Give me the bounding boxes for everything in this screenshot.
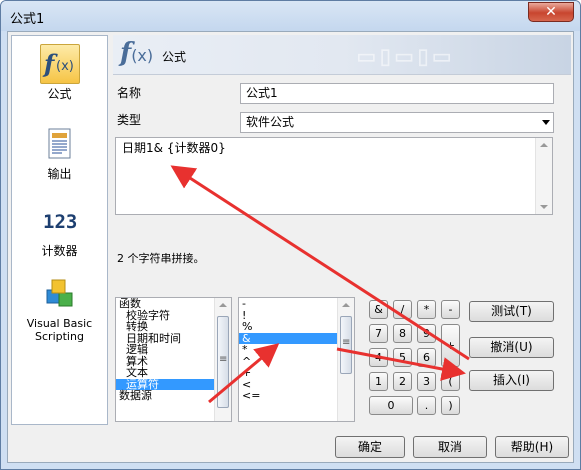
keypad-key[interactable]: 4: [369, 348, 388, 367]
keypad-key[interactable]: .: [417, 396, 436, 415]
keypad-key[interactable]: (: [441, 372, 460, 391]
scroll-thumb[interactable]: [217, 316, 229, 408]
header-fx-icon: f(x): [120, 38, 154, 68]
type-label: 类型: [117, 113, 142, 127]
undo-button[interactable]: 撤消(U): [469, 337, 554, 358]
formula-fx-icon: f (x): [39, 44, 80, 84]
test-button[interactable]: 测试(T): [469, 301, 554, 322]
window-title: 公式1: [10, 12, 45, 27]
keypad-key[interactable]: 2: [393, 372, 412, 391]
keypad-key[interactable]: +: [441, 324, 460, 367]
keypad-key[interactable]: 6: [417, 348, 436, 367]
sidebar: f (x) 公式 输出 123 计数器 Visual Basic Scripti…: [11, 35, 108, 425]
keypad-key[interactable]: 0: [369, 396, 413, 415]
svg-text:123: 123: [43, 211, 77, 233]
name-input[interactable]: 公式1: [240, 83, 554, 104]
sidebar-item-label: Visual Basic Scripting: [26, 317, 93, 343]
sidebar-item-vbscript[interactable]: Visual Basic Scripting: [12, 274, 107, 343]
chevron-down-icon: [542, 120, 550, 125]
operator-list[interactable]: -!% & * ^ + < <=: [238, 297, 355, 422]
keypad-key[interactable]: *: [417, 300, 436, 319]
status-text: 2 个字符串拼接。: [117, 252, 205, 265]
sidebar-item-counter[interactable]: 123 计数器: [12, 201, 107, 258]
counter-123-icon: 123: [40, 201, 80, 241]
keypad-key[interactable]: 5: [393, 348, 412, 367]
help-button[interactable]: 帮助(H): [495, 436, 569, 458]
cancel-button[interactable]: 取消: [413, 436, 487, 458]
output-document-icon: [40, 124, 80, 164]
section-header: f(x) 公式 ▭▯▭▯▭: [113, 35, 571, 75]
keypad-key[interactable]: &: [369, 300, 388, 319]
section-title: 公式: [162, 50, 187, 64]
scroll-thumb[interactable]: [340, 316, 352, 374]
dialog-body: f (x) 公式 输出 123 计数器 Visual Basic Scripti…: [7, 31, 574, 463]
keypad-key[interactable]: 7: [369, 324, 388, 343]
sidebar-item-label: 计数器: [41, 244, 78, 258]
expression-scrollbar[interactable]: [535, 138, 552, 214]
keypad-key[interactable]: -: [441, 300, 460, 319]
scroll-up-icon: [342, 303, 350, 307]
operator-list-scrollbar[interactable]: [337, 298, 354, 421]
svg-text:(x): (x): [56, 59, 74, 74]
keypad-key[interactable]: /: [393, 300, 412, 319]
function-list-scrollbar[interactable]: [214, 298, 231, 421]
keypad-key[interactable]: 8: [393, 324, 412, 343]
scroll-down-icon: [540, 205, 548, 209]
keypad-key[interactable]: 3: [417, 372, 436, 391]
expression-editor[interactable]: 日期1& {计数器0}: [115, 137, 553, 215]
insert-button[interactable]: 插入(I): [469, 370, 554, 391]
sidebar-item-label: 输出: [47, 167, 72, 181]
header-decoration: ▭▯▭▯▭: [358, 39, 453, 72]
function-category-list[interactable]: 函数 校验字符 转换 日期和时间 逻辑 算术 文本 运算符 数据源: [115, 297, 232, 422]
keypad-key[interactable]: 9: [417, 324, 436, 343]
type-select[interactable]: 软件公式: [240, 112, 554, 133]
title-bar[interactable]: 公式1 ✕: [1, 1, 580, 31]
sidebar-item-label: 公式: [47, 87, 72, 101]
expression-text: 日期1& {计数器0}: [122, 141, 226, 155]
keypad-key[interactable]: 1: [369, 372, 388, 391]
scroll-up-icon: [219, 303, 227, 307]
type-select-value: 软件公式: [246, 115, 295, 129]
close-button[interactable]: ✕: [528, 2, 574, 22]
ok-button[interactable]: 确定: [335, 436, 405, 458]
keypad-key[interactable]: ): [441, 396, 460, 415]
sidebar-item-output[interactable]: 输出: [12, 124, 107, 181]
formula-dialog: 公式1 ✕ f (x) 公式 输出 123 计数器 Visual Basic S…: [0, 0, 581, 470]
sidebar-item-formula[interactable]: f (x) 公式: [12, 44, 107, 101]
vbscript-cubes-icon: [40, 274, 80, 314]
scroll-up-icon: [540, 143, 548, 147]
name-label: 名称: [117, 86, 142, 100]
